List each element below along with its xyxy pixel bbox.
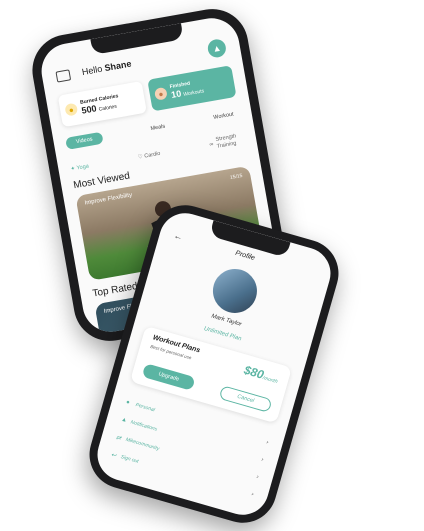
chevron-right-icon: › <box>260 456 265 464</box>
tab-workout[interactable]: Workout <box>213 112 234 121</box>
greeting: Hello Shane <box>81 59 132 78</box>
avatar[interactable] <box>207 263 263 319</box>
category-yoga[interactable]: ✦ Yoga <box>70 163 89 172</box>
tab-meals[interactable]: Meals <box>150 124 165 132</box>
burned-value: 500 <box>80 103 98 116</box>
flame-icon: ● <box>64 102 79 117</box>
chevron-right-icon: › <box>250 491 255 498</box>
top-rated-title: Top Rated <box>91 280 139 300</box>
burned-unit: Calories <box>98 103 118 113</box>
category-cardio[interactable]: ♡ Cardio <box>137 150 160 160</box>
menu-item-label: Personal <box>134 402 156 414</box>
upgrade-button[interactable]: Upgrade <box>141 363 196 391</box>
user-name: Shane <box>103 58 133 74</box>
menu-icon[interactable] <box>55 68 72 83</box>
heart-icon: ♡ <box>137 153 144 161</box>
menu-item-label: Notifications <box>129 419 158 433</box>
price-unit: /month <box>261 375 279 386</box>
chevron-right-icon: › <box>255 474 260 481</box>
finished-workouts-card[interactable]: ● Finished 10Workouts <box>147 65 237 112</box>
chevron-right-icon: › <box>265 439 270 446</box>
finished-unit: Workouts <box>182 88 205 98</box>
tab-videos[interactable]: Videos <box>65 131 104 150</box>
greeting-prefix: Hello <box>81 63 104 78</box>
yoga-icon: ✦ <box>70 165 76 173</box>
menu-item-label: Sign out <box>119 454 140 465</box>
category-strength[interactable]: ∞ Strength Training <box>208 132 245 151</box>
dumbbell-icon: ∞ <box>209 141 214 148</box>
arm-muscle-icon: ● <box>153 86 168 101</box>
finished-value: 10 <box>170 88 182 100</box>
cancel-button[interactable]: Cancel <box>218 385 273 413</box>
category-strength-label: Strength Training <box>215 133 237 150</box>
burned-calories-card[interactable]: ● Burned Calories 500Calories <box>57 80 147 128</box>
notification-bell-icon[interactable]: ▲ <box>206 37 228 59</box>
category-cardio-label: Cardio <box>143 150 161 160</box>
category-yoga-label: Yoga <box>76 163 90 172</box>
plan-price: $80/month <box>242 363 280 386</box>
